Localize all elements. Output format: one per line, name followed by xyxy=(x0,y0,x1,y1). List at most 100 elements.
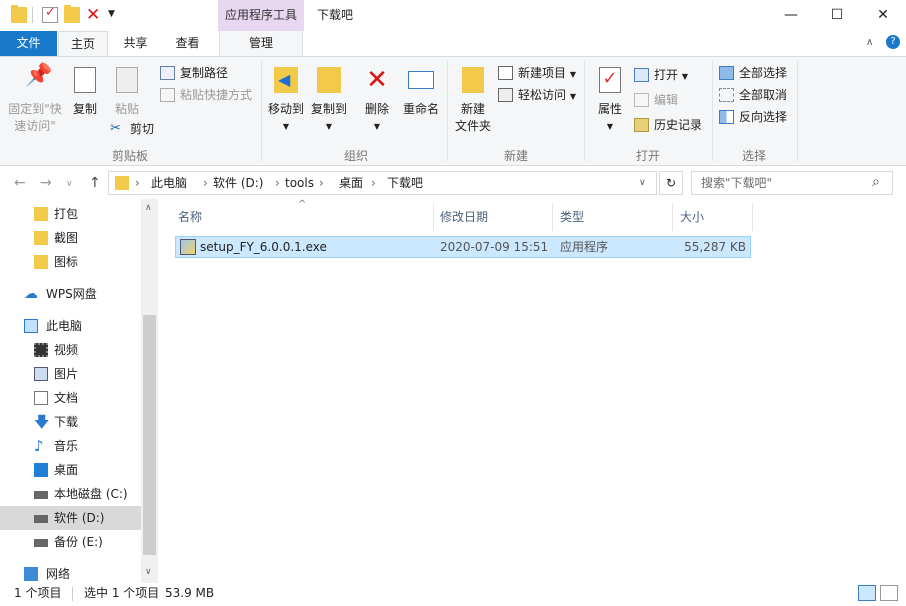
close-button[interactable]: ✕ xyxy=(860,0,906,31)
paste-label: 粘贴 xyxy=(110,101,144,118)
sidebar-item-drive-e[interactable]: 备份 (E:) xyxy=(0,530,141,554)
refresh-button[interactable]: ↻ xyxy=(659,171,683,195)
sidebar-item-drive-d[interactable]: 软件 (D:) xyxy=(0,506,141,530)
paste-button[interactable]: 粘贴 xyxy=(110,67,144,118)
group-label-organize: 组织 xyxy=(326,147,386,164)
folder-icon xyxy=(115,176,129,190)
folder-icon xyxy=(34,207,48,221)
sidebar-item-screenshots[interactable]: 截图 xyxy=(0,226,141,250)
copy-button[interactable]: 复制 xyxy=(68,67,102,118)
search-box[interactable]: 搜索"下载吧" ⌕ xyxy=(691,171,893,195)
file-name: setup_FY_6.0.0.1.exe xyxy=(200,237,327,257)
column-header-name[interactable]: 名称 xyxy=(158,203,434,231)
easy-access-icon xyxy=(498,88,513,102)
tab-home[interactable]: 主页 xyxy=(58,31,108,56)
sidebar-item-desktop[interactable]: 桌面 xyxy=(0,458,141,482)
new-item-button[interactable]: 新建项目 ▼ xyxy=(498,63,576,83)
chevron-up-icon[interactable]: ∧ xyxy=(866,37,873,48)
cut-button[interactable]: ✂剪切 xyxy=(110,119,154,139)
breadcrumb-current[interactable]: 下载吧 xyxy=(387,172,423,194)
delete-button[interactable]: ✕ 删除▼ xyxy=(362,67,392,135)
history-button[interactable]: 历史记录 xyxy=(634,115,702,135)
up-arrow-icon[interactable]: ↑ xyxy=(89,175,101,191)
large-icons-view-icon[interactable] xyxy=(880,585,898,601)
breadcrumb-this-pc[interactable]: 此电脑 xyxy=(151,172,187,194)
divider xyxy=(32,7,33,23)
sidebar-item-drive-c[interactable]: 本地磁盘 (C:) xyxy=(0,482,141,506)
installer-exe-icon xyxy=(180,239,196,255)
move-to-button[interactable]: ◀ 移动到▼ xyxy=(266,67,306,135)
status-bar: 1 个项目 选中 1 个项目 53.9 MB xyxy=(0,583,906,606)
file-row[interactable]: setup_FY_6.0.0.1.exe 2020-07-09 15:51 应用… xyxy=(175,236,751,258)
new-folder-button[interactable]: 新建 文件夹 xyxy=(452,67,494,135)
copy-to-label: 复制到 xyxy=(309,101,349,118)
divider xyxy=(261,61,262,161)
tab-view[interactable]: 查看 xyxy=(165,31,210,56)
column-header-date[interactable]: 修改日期 xyxy=(420,203,553,231)
sidebar-scrollbar[interactable]: ∧ ∨ xyxy=(141,199,158,583)
paste-icon xyxy=(116,67,138,93)
pin-icon: 📌 xyxy=(25,67,45,93)
sidebar-item-documents[interactable]: 文档 xyxy=(0,386,141,410)
sidebar-item-this-pc[interactable]: 此电脑 xyxy=(0,314,141,338)
window-title: 下载吧 xyxy=(317,0,353,31)
tab-file[interactable]: 文件 xyxy=(0,31,57,56)
rename-button[interactable]: 重命名 xyxy=(400,67,442,118)
back-arrow-icon[interactable]: ← xyxy=(14,175,26,191)
pin-label: 固定到"快 速访问" xyxy=(6,101,64,135)
scrollbar-thumb[interactable] xyxy=(143,315,156,555)
sidebar-item-pack[interactable]: 打包 xyxy=(0,202,141,226)
sidebar-item-wps-cloud[interactable]: ☁WPS网盘 xyxy=(0,282,141,306)
address-bar[interactable]: › 此电脑 › 软件 (D:) › tools › 桌面 › 下载吧 ∨ xyxy=(108,171,657,195)
sidebar-item-icons[interactable]: 图标 xyxy=(0,250,141,274)
breadcrumb-desktop[interactable]: 桌面 xyxy=(339,172,363,194)
delete-quick-icon[interactable]: ✕ xyxy=(86,5,102,21)
recent-dropdown-icon[interactable]: ∨ xyxy=(66,179,73,189)
title-bar: ✓ ✕ ▼ 应用程序工具 下载吧 — ☐ ✕ xyxy=(0,0,906,31)
sidebar-item-downloads[interactable]: 🡇下载 xyxy=(0,410,141,434)
minimize-button[interactable]: — xyxy=(768,0,814,31)
easy-access-button[interactable]: 轻松访问 ▼ xyxy=(498,85,576,105)
address-dropdown-icon[interactable]: ∨ xyxy=(639,172,646,194)
search-icon[interactable]: ⌕ xyxy=(872,174,880,190)
sidebar-item-music[interactable]: ♪音乐 xyxy=(0,434,141,458)
scroll-up-icon[interactable]: ∧ xyxy=(145,203,152,213)
sidebar-item-pictures[interactable]: 图片 xyxy=(0,362,141,386)
paste-shortcut-button[interactable]: 粘贴快捷方式 xyxy=(160,85,252,105)
scissors-icon: ✂ xyxy=(110,119,125,133)
help-icon[interactable]: ? xyxy=(886,35,900,49)
select-none-button[interactable]: 全部取消 xyxy=(719,85,787,105)
document-icon xyxy=(34,391,48,405)
sidebar-item-videos[interactable]: 视频 xyxy=(0,338,141,362)
breadcrumb-drive-d[interactable]: 软件 (D:) xyxy=(213,172,263,194)
drive-icon xyxy=(34,515,48,523)
tab-share[interactable]: 共享 xyxy=(113,31,158,56)
forward-arrow-icon[interactable]: → xyxy=(40,175,52,191)
paste-shortcut-icon xyxy=(160,88,175,102)
maximize-button[interactable]: ☐ xyxy=(814,0,860,31)
tab-manage[interactable]: 管理 xyxy=(219,31,303,56)
delete-label: 删除 xyxy=(362,101,392,118)
search-input[interactable]: 搜索"下载吧" xyxy=(701,172,772,194)
details-view-icon[interactable] xyxy=(858,585,876,601)
edit-button[interactable]: 编辑 xyxy=(634,90,678,110)
properties-quick-icon[interactable]: ✓ xyxy=(42,7,58,23)
select-all-button[interactable]: 全部选择 xyxy=(719,63,787,83)
chevron-down-icon[interactable]: ▼ xyxy=(108,9,124,25)
properties-button[interactable]: ✓ 属性▼ xyxy=(592,67,628,135)
breadcrumb-tools[interactable]: tools xyxy=(285,172,314,194)
copy-to-button[interactable]: 复制到▼ xyxy=(309,67,349,135)
new-folder-quick-icon[interactable] xyxy=(64,7,80,23)
pin-quick-access-button[interactable]: 📌 固定到"快 速访问" xyxy=(6,67,64,135)
properties-label: 属性 xyxy=(592,101,628,118)
scroll-down-icon[interactable]: ∨ xyxy=(145,567,152,577)
select-none-icon xyxy=(719,88,734,102)
column-header-size[interactable]: 大小 xyxy=(660,203,753,231)
open-button[interactable]: 打开 ▼ xyxy=(634,65,688,85)
file-type: 应用程序 xyxy=(560,237,608,257)
copy-path-button[interactable]: 复制路径 xyxy=(160,63,228,83)
invert-selection-button[interactable]: 反向选择 xyxy=(719,107,787,127)
group-label-new: 新建 xyxy=(496,147,536,164)
column-header-type[interactable]: 类型 xyxy=(540,203,673,231)
breadcrumb-sep: › xyxy=(135,172,140,194)
